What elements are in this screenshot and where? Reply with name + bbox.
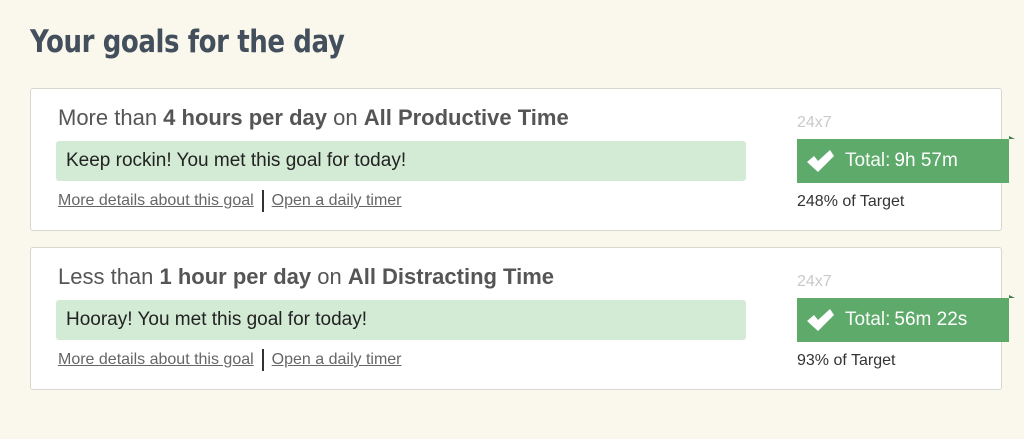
goal-links: More details about this goal Open a dail… (58, 190, 402, 212)
goal-details-link[interactable]: More details about this goal (58, 192, 254, 210)
goal-schedule: 24x7 (797, 273, 832, 290)
target-percentage: 93% of Target (797, 352, 896, 369)
checkmark-icon (807, 150, 834, 172)
total-badge: Total: 56m 22s (797, 295, 1015, 342)
daily-timer-link[interactable]: Open a daily timer (272, 192, 402, 210)
goal-heading-prefix: More than (58, 105, 164, 130)
goal-heading: Less than 1 hour per day on All Distract… (58, 264, 554, 290)
goal-heading-prefix: Less than (58, 264, 160, 289)
total-text: Total: 9h 57m (845, 150, 958, 172)
goal-details-link[interactable]: More details about this goal (58, 351, 254, 369)
total-value: 56m 22s (894, 309, 968, 330)
total-label: Total: (845, 309, 891, 330)
total-value: 9h 57m (894, 150, 958, 171)
goal-heading-mid: on (311, 264, 348, 289)
link-divider (261, 190, 264, 212)
total-label: Total: (845, 150, 891, 171)
target-percentage: 248% of Target (797, 193, 905, 210)
goal-heading-amount: 4 hours per day (163, 105, 328, 130)
page-title: Your goals for the day (30, 24, 345, 60)
total-badge: Total: 9h 57m (797, 136, 1015, 183)
link-divider (261, 349, 264, 371)
goal-schedule: 24x7 (797, 114, 832, 131)
goal-heading: More than 4 hours per day on All Product… (58, 105, 569, 131)
goal-card-distracting: Less than 1 hour per day on All Distract… (30, 247, 1015, 390)
goal-status-message: Hooray! You met this goal for today! (56, 300, 746, 340)
goal-status-message: Keep rockin! You met this goal for today… (56, 141, 746, 181)
total-text: Total: 56m 22s (845, 309, 967, 331)
goal-heading-category: All Distracting Time (347, 264, 555, 289)
goal-heading-amount: 1 hour per day (159, 264, 312, 289)
checkmark-icon (807, 309, 834, 331)
goal-heading-mid: on (327, 105, 364, 130)
goal-heading-category: All Productive Time (363, 105, 569, 130)
goal-links: More details about this goal Open a dail… (58, 349, 402, 371)
daily-timer-link[interactable]: Open a daily timer (272, 351, 402, 369)
goal-card-productive: More than 4 hours per day on All Product… (30, 88, 1015, 231)
